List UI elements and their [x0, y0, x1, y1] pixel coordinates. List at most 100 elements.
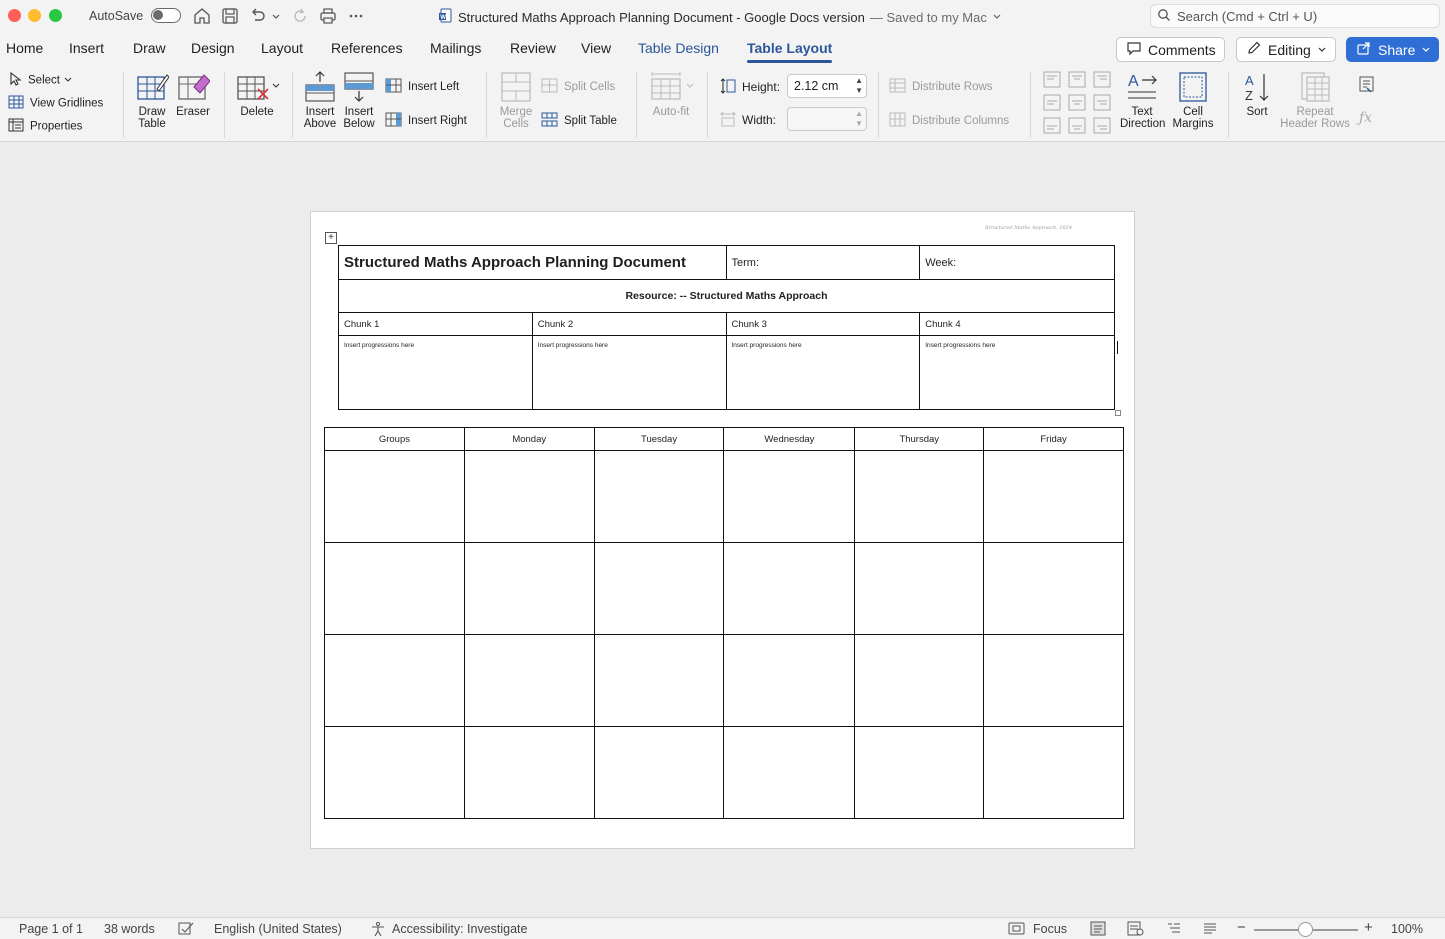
progressions-cell-3[interactable]: Insert progressions here — [725, 335, 921, 410]
chunk-header-1[interactable]: Chunk 1 — [338, 312, 533, 336]
tab-mailings[interactable]: Mailings — [430, 40, 481, 56]
table-cell[interactable] — [593, 726, 725, 819]
merge-cells-button[interactable]: Merge Cells — [496, 71, 536, 130]
table-cell[interactable] — [723, 450, 856, 543]
table-cell[interactable] — [854, 542, 985, 635]
select-button[interactable]: Select — [8, 71, 73, 89]
web-layout-icon[interactable] — [1127, 921, 1144, 939]
column-header-monday[interactable]: Monday — [463, 427, 595, 451]
redo-icon[interactable] — [290, 6, 310, 26]
tab-table-layout[interactable]: Table Layout — [747, 40, 833, 63]
save-icon[interactable] — [220, 6, 240, 26]
document-page[interactable]: Structured Maths Approach, 2024 + Struct… — [310, 211, 1135, 849]
zoom-window-button[interactable] — [49, 9, 62, 22]
tab-design[interactable]: Design — [191, 40, 235, 56]
accessibility-status[interactable]: Accessibility: Investigate — [392, 922, 527, 936]
table-cell[interactable] — [854, 634, 985, 727]
distribute-columns-button[interactable]: Distribute Columns — [889, 112, 1009, 130]
insert-above-button[interactable]: Insert Above — [302, 71, 338, 130]
column-header-thursday[interactable]: Thursday — [854, 427, 985, 451]
home-icon[interactable] — [192, 6, 212, 26]
insert-left-button[interactable]: Insert Left — [385, 78, 459, 96]
split-cells-button[interactable]: Split Cells — [541, 78, 615, 96]
chunk-header-3[interactable]: Chunk 3 — [725, 312, 921, 336]
progressions-cell-4[interactable]: Insert progressions here — [919, 335, 1115, 410]
more-options-icon[interactable] — [346, 6, 366, 26]
resource-cell[interactable]: Resource: -- Structured Maths Approach — [338, 279, 1115, 313]
search-input[interactable]: Search (Cmd + Ctrl + U) — [1150, 4, 1440, 28]
tab-draw[interactable]: Draw — [133, 40, 166, 56]
undo-icon[interactable] — [248, 6, 268, 26]
table-cell[interactable] — [463, 542, 595, 635]
table-cell[interactable] — [324, 542, 465, 635]
zoom-level[interactable]: 100% — [1391, 922, 1423, 936]
editing-mode-button[interactable]: Editing — [1236, 37, 1336, 62]
insert-below-button[interactable]: Insert Below — [341, 71, 377, 130]
sort-button[interactable]: AZ Sort — [1239, 71, 1275, 118]
minimize-window-button[interactable] — [28, 9, 41, 22]
draw-table-button[interactable]: Draw Table — [134, 71, 170, 130]
column-width-input[interactable]: ▲ ▼ — [787, 107, 867, 131]
zoom-slider-handle[interactable] — [1298, 922, 1313, 937]
properties-button[interactable]: Properties — [8, 118, 82, 135]
print-icon[interactable] — [318, 6, 338, 26]
focus-mode[interactable]: Focus — [1033, 922, 1067, 936]
table-cell[interactable] — [324, 726, 465, 819]
table-cell[interactable] — [854, 726, 985, 819]
document-title-cell[interactable]: Structured Maths Approach Planning Docum… — [338, 245, 727, 280]
table-cell[interactable] — [983, 726, 1124, 819]
page-count[interactable]: Page 1 of 1 — [19, 922, 83, 936]
stepper-arrows-icon[interactable]: ▲ ▼ — [855, 109, 863, 129]
delete-button[interactable]: Delete — [234, 71, 280, 118]
table-cell[interactable] — [324, 450, 465, 543]
table-move-handle-icon[interactable]: + — [325, 232, 337, 244]
word-count[interactable]: 38 words — [104, 922, 155, 936]
comments-button[interactable]: Comments — [1116, 37, 1225, 62]
table-cell[interactable] — [463, 634, 595, 727]
language-status[interactable]: English (United States) — [214, 922, 342, 936]
close-window-button[interactable] — [8, 9, 21, 22]
outline-view-icon[interactable] — [1166, 921, 1182, 939]
table-cell[interactable] — [324, 634, 465, 727]
split-table-button[interactable]: Split Table — [541, 112, 617, 130]
table-cell[interactable] — [983, 542, 1124, 635]
convert-to-text-icon[interactable] — [1357, 74, 1377, 99]
progressions-cell-1[interactable]: Insert progressions here — [338, 335, 533, 410]
column-header-friday[interactable]: Friday — [983, 427, 1124, 451]
undo-dropdown-chevron-icon[interactable] — [270, 6, 282, 26]
tab-table-design[interactable]: Table Design — [638, 40, 719, 56]
row-height-input[interactable]: 2.12 cm ▲ ▼ — [787, 74, 867, 98]
document-title[interactable]: W Structured Maths Approach Planning Doc… — [438, 8, 1002, 26]
view-gridlines-button[interactable]: View Gridlines — [8, 95, 103, 112]
column-header-tuesday[interactable]: Tuesday — [593, 427, 725, 451]
table-cell[interactable] — [463, 726, 595, 819]
autosave-toggle[interactable] — [151, 8, 181, 23]
cell-margins-button[interactable]: Cell Margins — [1169, 71, 1217, 130]
tab-layout[interactable]: Layout — [261, 40, 303, 56]
column-header-groups[interactable]: Groups — [324, 427, 465, 451]
repeat-header-rows-button[interactable]: Repeat Header Rows — [1278, 71, 1352, 130]
table-cell[interactable] — [723, 542, 856, 635]
eraser-button[interactable]: Eraser — [174, 71, 212, 118]
table-cell[interactable] — [593, 634, 725, 727]
tab-view[interactable]: View — [581, 40, 611, 56]
zoom-out-button[interactable]: − — [1237, 919, 1246, 936]
table-cell[interactable] — [593, 542, 725, 635]
formula-icon[interactable]: ƒx — [1359, 110, 1372, 126]
tab-review[interactable]: Review — [510, 40, 556, 56]
table-cell[interactable] — [723, 726, 856, 819]
print-layout-icon[interactable] — [1090, 921, 1106, 939]
insert-right-button[interactable]: Insert Right — [385, 112, 467, 130]
table-cell[interactable] — [593, 450, 725, 543]
zoom-in-button[interactable]: + — [1364, 919, 1373, 936]
chunk-header-4[interactable]: Chunk 4 — [919, 312, 1115, 336]
table-cell[interactable] — [983, 634, 1124, 727]
term-cell[interactable]: Term: — [725, 245, 921, 280]
column-header-wednesday[interactable]: Wednesday — [723, 427, 856, 451]
share-button[interactable]: Share — [1346, 37, 1439, 62]
text-direction-button[interactable]: A Text Direction — [1120, 71, 1165, 130]
table-cell[interactable] — [854, 450, 985, 543]
table-cell[interactable] — [983, 450, 1124, 543]
progressions-cell-2[interactable]: Insert progressions here — [531, 335, 727, 410]
table-cell[interactable] — [463, 450, 595, 543]
